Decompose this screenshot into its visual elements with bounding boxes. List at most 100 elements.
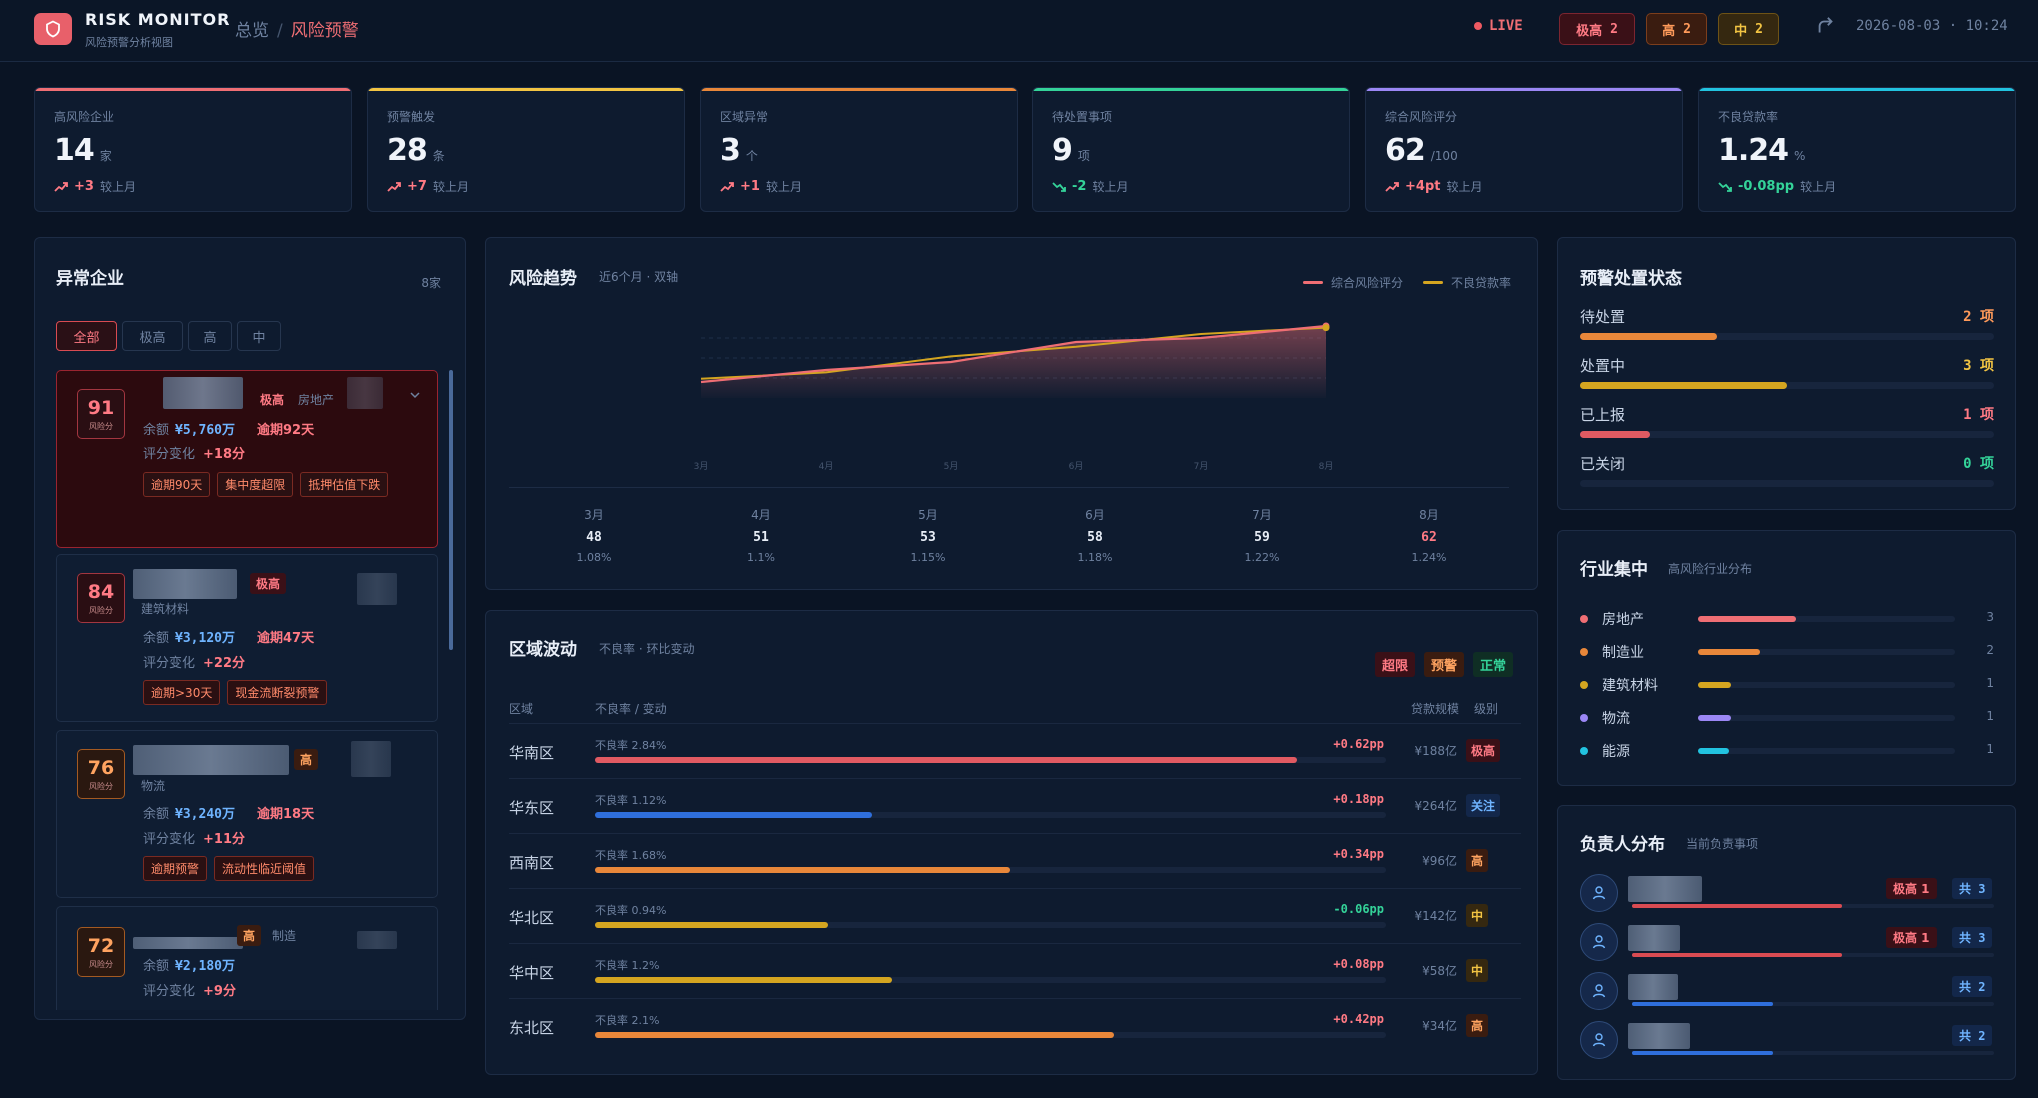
industry-row[interactable]: 物流 1 (1580, 708, 1994, 728)
status-value: 2 项 (1963, 309, 1994, 325)
region-level-badge: 中 (1466, 959, 1489, 982)
month-rate: 1.18% (1077, 551, 1113, 564)
kpi-change: -2 较上月 (1052, 178, 1128, 195)
industry-row[interactable]: 能源 1 (1580, 741, 1994, 761)
trend-up-icon (387, 181, 401, 192)
enterprise-card[interactable]: 91 风险分 极高 房地产 余额 ¥5,760万 逾期92天 评分变化 +18分 逾期9… (56, 370, 438, 548)
kpi-compare-label: 较上月 (432, 180, 469, 194)
kpi-value-line: 1.24% (1718, 133, 1805, 168)
region-row[interactable]: 华北区 不良率 0.94% -0.06pp ¥142亿中 (509, 888, 1521, 943)
abnormal-count: 8家 (421, 276, 441, 290)
filter-all[interactable]: 全部 (56, 321, 117, 351)
score-change: +9分 (203, 984, 236, 999)
change-line: 评分变化 +9分 (143, 980, 236, 999)
brand-title: RISK MONITOR (85, 10, 231, 29)
regional-subtitle: 不良率 · 环比变动 (599, 642, 695, 656)
kpi-card[interactable]: 区域异常 3 个 +1 较上月 (700, 87, 1018, 212)
industry-row[interactable]: 建筑材料 1 (1580, 675, 1994, 695)
kpi-accent-bar (1699, 88, 2015, 91)
badge-normal: 正常 (1472, 652, 1513, 677)
industry-dot-icon (1580, 714, 1588, 722)
kpi-change: +7 较上月 (387, 178, 469, 195)
kpi-value: 14 (54, 133, 95, 168)
region-scale: ¥264亿 (1414, 799, 1457, 813)
trend-down-icon (1718, 181, 1732, 192)
badge-extreme-count[interactable]: 极高 2 (1559, 13, 1635, 45)
change-label: 评分变化 (143, 656, 196, 671)
overdue-days: 逾期47天 (256, 631, 315, 646)
balance-label: 余额 (143, 423, 170, 438)
abnormal-list: 91 风险分 极高 房地产 余额 ¥5,760万 逾期92天 评分变化 +18分 逾期9… (56, 370, 441, 1010)
kpi-unit: % (1794, 149, 1806, 163)
risk-score: 91 风险分 (77, 389, 125, 439)
owner-row[interactable]: 共 2 (1580, 1020, 1994, 1060)
chevron-down-icon[interactable] (409, 389, 421, 401)
kpi-card[interactable]: 高风险企业 14 家 +3 较上月 (34, 87, 352, 212)
owner-row[interactable]: 极高 1 共 3 (1580, 873, 1994, 913)
balance-label: 余额 (143, 959, 170, 974)
owner-row[interactable]: 共 2 (1580, 971, 1994, 1011)
region-row[interactable]: 华中区 不良率 1.2% +0.08pp ¥58亿中 (509, 943, 1521, 998)
list-scrollbar[interactable] (449, 370, 453, 650)
refresh-icon[interactable] (1815, 16, 1837, 38)
status-bar-track (1580, 431, 1994, 438)
kpi-card[interactable]: 待处置事项 9 项 -2 较上月 (1032, 87, 1350, 212)
kpi-compare-label: 较上月 (1800, 180, 1837, 194)
rate-bar-track (595, 1032, 1386, 1038)
industry-title: 行业集中 (1580, 560, 1648, 580)
user-avatar-icon (1580, 1021, 1618, 1059)
filter-high[interactable]: 高 (188, 321, 232, 351)
industry-bar-fill (1698, 682, 1732, 688)
region-row[interactable]: 华南区 不良率 2.84% +0.62pp ¥188亿 极高 (509, 723, 1521, 778)
industry-bar-fill (1698, 748, 1729, 754)
kpi-change-value: +1 (740, 179, 760, 194)
month-summary: 6月 58 1.18% (1055, 506, 1135, 564)
month-summary: 8月 62 1.24% (1389, 506, 1469, 564)
industry-dot-icon (1580, 747, 1588, 755)
enterprise-card[interactable]: 76 风险分 高 物流 余额 ¥3,240万 逾期18天 评分变化 +11分 逾期预警 … (56, 730, 438, 898)
filter-mid[interactable]: 中 (237, 321, 281, 351)
month-label: 4月 (751, 508, 771, 522)
region-row[interactable]: 华东区 不良率 1.12% +0.18pp ¥264亿 关注 (509, 778, 1521, 833)
rate-bar-track (595, 922, 1386, 928)
rate-bar-fill (595, 922, 828, 928)
kpi-card[interactable]: 预警触发 28 条 +7 较上月 (367, 87, 685, 212)
kpi-value: 28 (387, 133, 428, 168)
overdue-days: 逾期92天 (256, 423, 315, 438)
industry-row[interactable]: 房地产 3 (1580, 609, 1994, 629)
rate-bar-fill (595, 867, 1011, 873)
owner-bar-track (1632, 953, 1994, 957)
kpi-card[interactable]: 不良贷款率 1.24% -0.08pp 较上月 (1698, 87, 2016, 212)
kpi-card[interactable]: 综合风险评分 62/100 +4pt 较上月 (1365, 87, 1683, 212)
region-level-badge: 关注 (1466, 794, 1501, 817)
owner-total-badge: 共 3 (1952, 878, 1993, 899)
filter-extreme[interactable]: 极高 (122, 321, 183, 351)
status-label: 待处置 (1580, 308, 1626, 326)
region-row[interactable]: 西南区 不良率 1.68% +0.34pp ¥96亿高 (509, 833, 1521, 888)
kpi-value: 1.24 (1718, 133, 1789, 168)
region-row[interactable]: 东北区 不良率 2.1% +0.42pp ¥34亿高 (509, 998, 1521, 1053)
risk-score: 72 风险分 (77, 927, 125, 977)
enterprise-card[interactable]: 84 风险分 极高 建筑材料 余额 ¥3,120万 逾期47天 评分变化 +22分 逾期… (56, 554, 438, 722)
score-value: 72 (87, 934, 115, 957)
owner-row[interactable]: 极高 1 共 3 (1580, 922, 1994, 962)
industry-dot-icon (1580, 615, 1588, 623)
risk-tag: 现金流断裂预警 (227, 680, 328, 705)
breadcrumb-home[interactable]: 总览 (235, 21, 269, 41)
region-delta: +0.62pp (1333, 737, 1384, 751)
region-level-badge: 中 (1466, 904, 1489, 927)
kpi-value: 9 (1052, 133, 1073, 168)
balance-line: 余额 ¥3,240万 逾期18天 (143, 803, 314, 822)
kpi-compare-label: 较上月 (765, 180, 802, 194)
status-title: 预警处置状态 (1580, 269, 1682, 289)
level-badge: 极高 (250, 573, 287, 594)
enterprise-card[interactable]: 72 风险分 高 制造 余额 ¥2,180万 评分变化 +9分 (56, 906, 438, 1010)
badge-mid-count[interactable]: 中2 (1718, 13, 1779, 45)
change-line: 评分变化 +18分 (143, 443, 245, 462)
badge-high-count[interactable]: 高2 (1646, 13, 1707, 45)
industry-count: 2 (1986, 643, 1994, 657)
industry-row[interactable]: 制造业 2 (1580, 642, 1994, 662)
change-line: 评分变化 +22分 (143, 652, 245, 671)
trend-down-icon (1052, 181, 1066, 192)
region-name: 华中区 (509, 964, 555, 982)
